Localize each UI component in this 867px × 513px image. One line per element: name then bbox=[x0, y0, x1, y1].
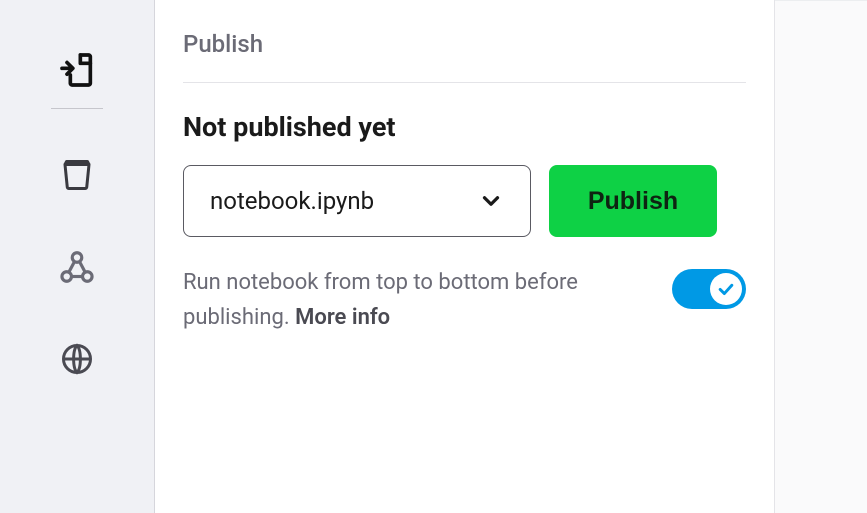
right-gutter bbox=[775, 0, 867, 513]
publish-status: Not published yet bbox=[183, 111, 746, 143]
import-file-icon[interactable] bbox=[55, 48, 99, 92]
publish-button[interactable]: Publish bbox=[549, 165, 717, 237]
file-select[interactable]: notebook.ipynb bbox=[183, 165, 531, 237]
more-info-link[interactable]: More info bbox=[295, 305, 390, 330]
helper-text: Run notebook from top to bottom before p… bbox=[183, 265, 583, 335]
helper-row: Run notebook from top to bottom before p… bbox=[183, 265, 746, 335]
nodes-icon[interactable] bbox=[55, 245, 99, 289]
check-icon bbox=[716, 279, 736, 299]
sidebar-divider bbox=[51, 108, 103, 109]
globe-icon[interactable] bbox=[55, 337, 99, 381]
chevron-down-icon bbox=[478, 188, 504, 214]
sidebar bbox=[0, 0, 155, 513]
jar-icon[interactable] bbox=[55, 153, 99, 197]
publish-row: notebook.ipynb Publish bbox=[183, 165, 746, 237]
publish-panel: Publish Not published yet notebook.ipynb… bbox=[155, 0, 775, 513]
toggle-knob bbox=[710, 273, 742, 305]
file-select-value: notebook.ipynb bbox=[210, 187, 374, 215]
panel-title: Publish bbox=[183, 30, 746, 83]
run-before-publish-toggle[interactable] bbox=[672, 269, 746, 309]
